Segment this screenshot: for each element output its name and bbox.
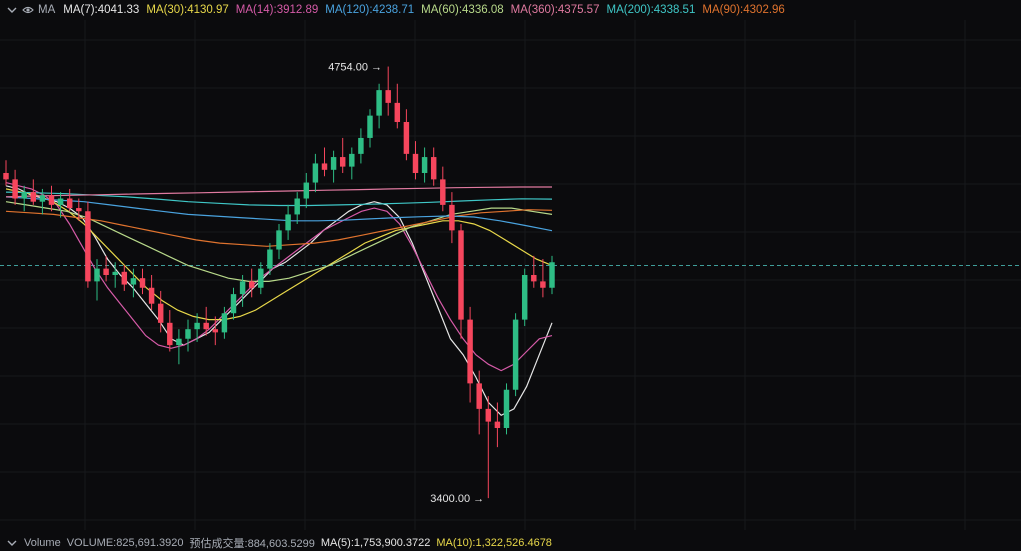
- candle-body: [521, 275, 528, 320]
- candle-body: [449, 204, 455, 231]
- volume-value: VOLUME:825,691.3920: [66, 537, 184, 549]
- candle-body: [421, 157, 428, 173]
- candle-body: [248, 281, 255, 288]
- candle-body: [440, 179, 446, 205]
- candle-body: [349, 153, 355, 167]
- candle-body: [57, 198, 64, 205]
- candle-body: [30, 192, 37, 202]
- candle-body: [312, 163, 319, 183]
- candle-body: [512, 319, 519, 390]
- candle-body: [339, 157, 346, 167]
- candle-body: [321, 163, 328, 170]
- volume-legend: Volume VOLUME:825,691.3920 预估成交量:884,603…: [0, 536, 558, 550]
- candle-body: [540, 281, 546, 288]
- low-price-label: 3400.00 →: [430, 493, 484, 505]
- candle-body: [167, 322, 173, 346]
- candle-body: [139, 278, 146, 288]
- candle-body: [203, 322, 209, 330]
- price-chart[interactable]: 4754.00 → 3400.00 →: [0, 0, 1021, 536]
- candle-body: [157, 303, 164, 323]
- candle-body: [121, 271, 128, 285]
- candle-body: [531, 275, 537, 282]
- high-price-label: 4754.00 →: [328, 62, 382, 74]
- candle-body: [194, 322, 200, 330]
- candle-body: [403, 122, 410, 154]
- candle-body: [503, 389, 510, 428]
- candle-body: [494, 421, 501, 428]
- candle-body: [285, 214, 291, 231]
- candle-body: [12, 179, 18, 199]
- chevron-down-icon[interactable]: [6, 537, 18, 549]
- candle-body: [3, 173, 9, 180]
- candle-body: [430, 157, 437, 180]
- candle-body: [549, 262, 555, 288]
- candle-body: [476, 383, 482, 409]
- candle-body: [485, 408, 492, 422]
- candle-body: [367, 115, 373, 138]
- volume-label[interactable]: Volume: [24, 537, 61, 549]
- ma-line-ma360: [5, 186, 552, 198]
- candle-body: [148, 287, 155, 304]
- candle-body: [21, 192, 27, 199]
- candle-body: [185, 329, 191, 339]
- candle-body: [66, 198, 73, 209]
- candle-body: [358, 137, 364, 154]
- candle-body: [130, 278, 137, 285]
- candle-body: [76, 208, 82, 212]
- candle-body: [303, 182, 310, 199]
- candle-body: [94, 268, 100, 282]
- candle-body: [412, 153, 419, 173]
- volume-estimate: 预估成交量:884,603.5299: [189, 538, 315, 550]
- candle-body: [267, 249, 273, 269]
- candle-body: [385, 90, 391, 103]
- candle-body: [239, 281, 246, 295]
- candle-body: [212, 329, 219, 333]
- volume-ma5: MA(5):1,753,900.3722: [320, 537, 431, 549]
- candle-body: [221, 313, 228, 333]
- candle-body: [230, 294, 237, 314]
- candle-body: [176, 338, 182, 346]
- candle-body: [394, 102, 401, 122]
- candle-body: [112, 271, 118, 275]
- candle-body: [258, 268, 264, 288]
- candle-body: [39, 195, 46, 202]
- candle-body: [48, 195, 55, 205]
- candle-body: [103, 268, 109, 275]
- candle-body: [376, 90, 382, 116]
- volume-ma10: MA(10):1,322,526.4678: [436, 537, 552, 549]
- candle-body: [294, 198, 300, 215]
- candle-body: [330, 157, 337, 170]
- candle-body: [276, 230, 282, 250]
- candle-body: [458, 230, 464, 320]
- candle-body: [467, 319, 473, 384]
- candle-body: [85, 211, 91, 282]
